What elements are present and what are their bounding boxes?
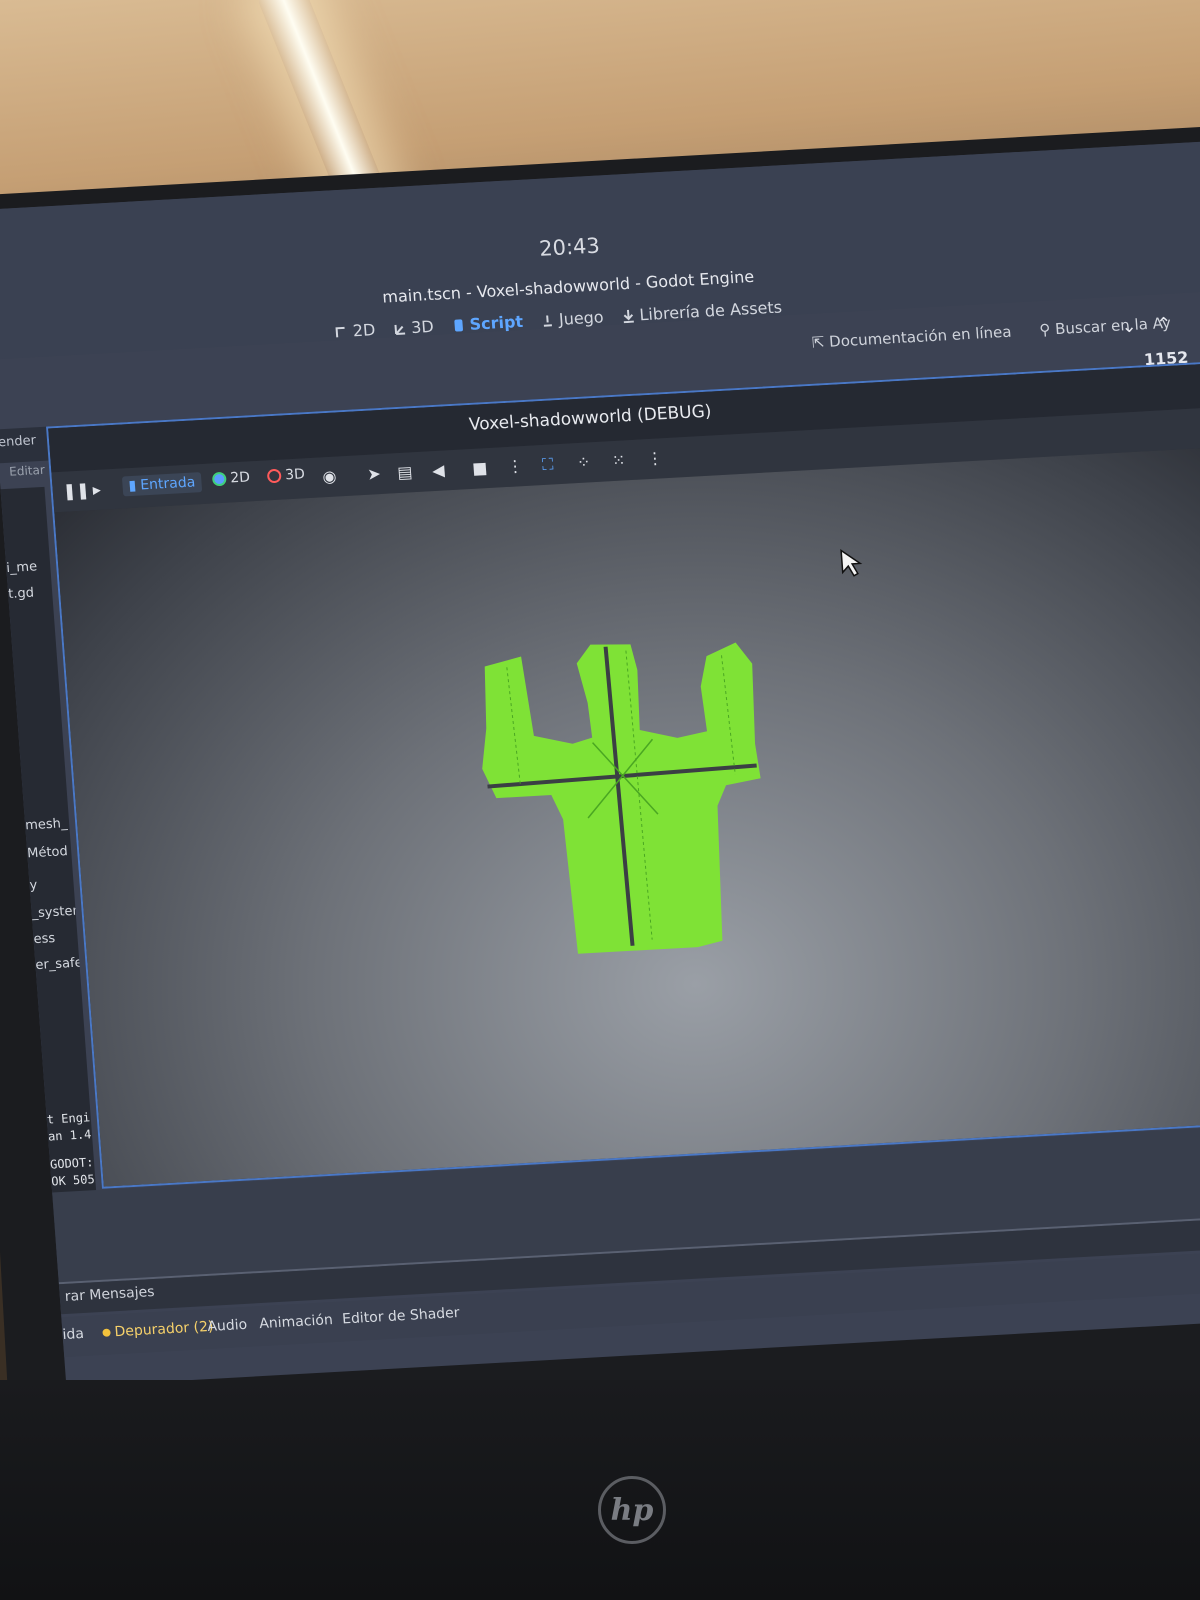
tab-audio[interactable]: Audio	[207, 1317, 248, 1335]
pause-icon[interactable]: ❚❚	[62, 480, 90, 500]
embed-icon[interactable]: ⁘	[576, 452, 591, 472]
help-links: ⇱ Documentación en línea ⚲ Buscar en la …	[811, 314, 1171, 352]
mode-3d-button[interactable]: 3D	[393, 316, 435, 338]
hp-logo: hp	[598, 1476, 666, 1544]
3d-node-icon	[266, 468, 282, 484]
window-controls: ⌄ ⌃	[1121, 314, 1173, 338]
game-window[interactable]: Voxel-shadowworld (DEBUG) ❚❚ ▸ ▮ Entrada…	[46, 358, 1200, 1189]
search-icon: ⚲	[1038, 320, 1052, 340]
console-line: OK 5055	[50, 1172, 96, 1189]
camera-override-icon[interactable]: ⛶	[541, 454, 554, 475]
2d-icon	[335, 326, 345, 337]
select-2d-button[interactable]: 2D	[211, 469, 251, 487]
mouse-cursor-icon	[840, 548, 863, 577]
speaker-icon[interactable]: ◀	[432, 460, 446, 480]
game-window-title: Voxel-shadowworld (DEBUG)	[468, 401, 713, 436]
step-icon[interactable]: ▸	[92, 480, 101, 499]
more-options-icon[interactable]: ⋮	[646, 448, 663, 468]
2d-node-icon	[211, 471, 227, 487]
chevron-down-icon[interactable]: ⌄	[1121, 316, 1138, 338]
method-item[interactable]: _systen	[31, 904, 76, 921]
camera-icon[interactable]: ■	[471, 458, 487, 478]
more-options-icon[interactable]: ⋮	[506, 456, 523, 476]
script-icon	[454, 318, 463, 332]
laptop-base	[0, 1380, 1200, 1600]
tab-render[interactable]: render	[0, 433, 36, 450]
online-docs-link[interactable]: ⇱ Documentación en línea	[811, 323, 1012, 352]
mode-script-button[interactable]: Script	[451, 312, 524, 335]
console-line: an 1.4.	[47, 1127, 93, 1144]
game-icon	[544, 314, 553, 327]
method-item[interactable]: er_safe_	[35, 956, 80, 973]
select-arrow-icon[interactable]: ➤	[367, 464, 382, 484]
mode-label: 2D	[352, 320, 376, 341]
method-item[interactable]: ess	[33, 930, 78, 947]
method-item[interactable]: mesh_	[25, 816, 70, 833]
file-item[interactable]: i_me	[6, 559, 51, 576]
external-link-icon: ⇱	[811, 333, 826, 352]
online-docs-label: Documentación en línea	[828, 322, 1013, 351]
3d-icon	[393, 324, 405, 335]
method-item[interactable]: y	[29, 876, 74, 893]
method-item[interactable]: Métod	[27, 844, 72, 861]
voxel-figure	[482, 642, 761, 954]
mode-label: Script	[468, 311, 524, 334]
game-viewport[interactable]	[54, 444, 1200, 1187]
input-mode-label: Entrada	[139, 474, 196, 494]
laptop-screen: 20:43 main.tscn - Voxel-shadowworld - Go…	[0, 140, 1200, 1388]
fullscreen-icon[interactable]: ⁙	[611, 450, 626, 470]
asset-library-icon	[623, 309, 635, 323]
tab-output[interactable]: ida	[62, 1326, 84, 1343]
eye-icon[interactable]: ◉	[322, 467, 337, 487]
select-3d-button[interactable]: 3D	[266, 466, 306, 484]
console-line: t Engin	[46, 1110, 92, 1127]
console-line: GODOT:	[49, 1155, 94, 1172]
chevron-up-icon[interactable]: ⌃	[1156, 314, 1173, 336]
input-icon: ▮	[128, 477, 137, 495]
select-2d-label: 2D	[229, 469, 251, 487]
mode-label: 3D	[410, 316, 435, 338]
clock: 20:43	[538, 233, 601, 261]
mode-game-button[interactable]: Juego	[540, 307, 604, 329]
warning-icon	[102, 1328, 111, 1337]
mode-2d-button[interactable]: 2D	[334, 320, 376, 341]
mode-label: Juego	[558, 307, 605, 329]
select-3d-label: 3D	[284, 466, 306, 484]
file-item[interactable]: t.gd	[8, 585, 53, 602]
list-icon[interactable]: ▤	[397, 462, 413, 482]
